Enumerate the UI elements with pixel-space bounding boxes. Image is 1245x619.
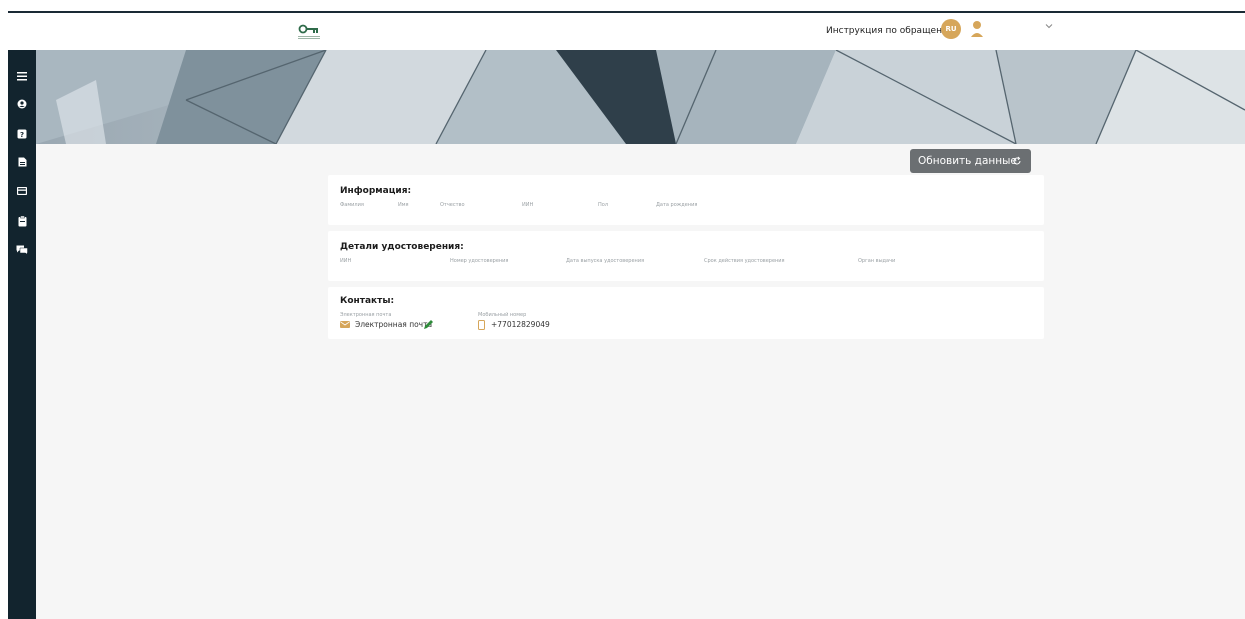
phone-value: +77012829049 <box>491 320 550 329</box>
language-badge[interactable]: RU <box>941 19 961 39</box>
contacts-card: Контакты: Электронная почта Электронная … <box>328 287 1044 339</box>
email-label: Электронная почта <box>340 312 392 318</box>
mobile-phone-icon <box>478 320 485 330</box>
email-value: Электронная почта <box>355 320 433 329</box>
help-icon[interactable]: ? <box>12 125 32 143</box>
edit-pencil-icon[interactable] <box>423 319 434 330</box>
banner-image <box>36 50 1245 144</box>
field-id-number: Номер удостоверения <box>450 258 509 264</box>
field-gender: Пол <box>598 202 609 208</box>
sidebar: ? <box>8 50 36 619</box>
phone-label: Мобильный номер <box>478 312 527 318</box>
envelope-icon <box>340 321 350 328</box>
field-patronymic: Отчество <box>440 202 465 208</box>
id-details-title: Детали удостоверения: <box>340 242 464 252</box>
instruction-link[interactable]: Инструкция по обращениям <box>826 23 960 39</box>
card-icon[interactable] <box>12 182 32 200</box>
field-birthdate: Дата рождения <box>656 202 698 208</box>
svg-text:?: ? <box>20 131 24 139</box>
user-icon[interactable] <box>970 19 984 39</box>
id-details-card: Детали удостоверения: ИИН Номер удостове… <box>328 231 1044 281</box>
field-id-expiry: Срок действия удостоверения <box>704 258 785 264</box>
chevron-down-icon[interactable] <box>1044 21 1054 31</box>
info-card: Информация: Фамилия Имя Отчество ИИН Пол… <box>328 175 1044 225</box>
clipboard-icon[interactable] <box>12 212 32 230</box>
field-id-issuer: Орган выдачи <box>858 258 896 264</box>
key-logo-icon[interactable] <box>296 23 322 43</box>
field-name: Имя <box>398 202 409 208</box>
field-id-iin: ИИН <box>340 258 352 264</box>
chat-icon[interactable] <box>12 241 32 259</box>
field-surname: Фамилия <box>340 202 364 208</box>
document-icon[interactable] <box>12 153 32 171</box>
menu-icon[interactable] <box>12 67 32 85</box>
refresh-icon <box>1013 156 1021 165</box>
header: Инструкция по обращениям RU <box>8 13 1245 50</box>
field-iin: ИИН <box>522 202 534 208</box>
field-id-issue-date: Дата выпуска удостоверения <box>566 258 645 264</box>
refresh-data-button[interactable]: Обновить данные <box>910 149 1031 173</box>
info-title: Информация: <box>340 186 412 196</box>
main-content: Обновить данные Информация: Фамилия Имя … <box>36 144 1245 619</box>
contacts-title: Контакты: <box>340 296 395 306</box>
profile-icon[interactable] <box>12 95 32 113</box>
refresh-data-label: Обновить данные <box>918 155 1017 167</box>
